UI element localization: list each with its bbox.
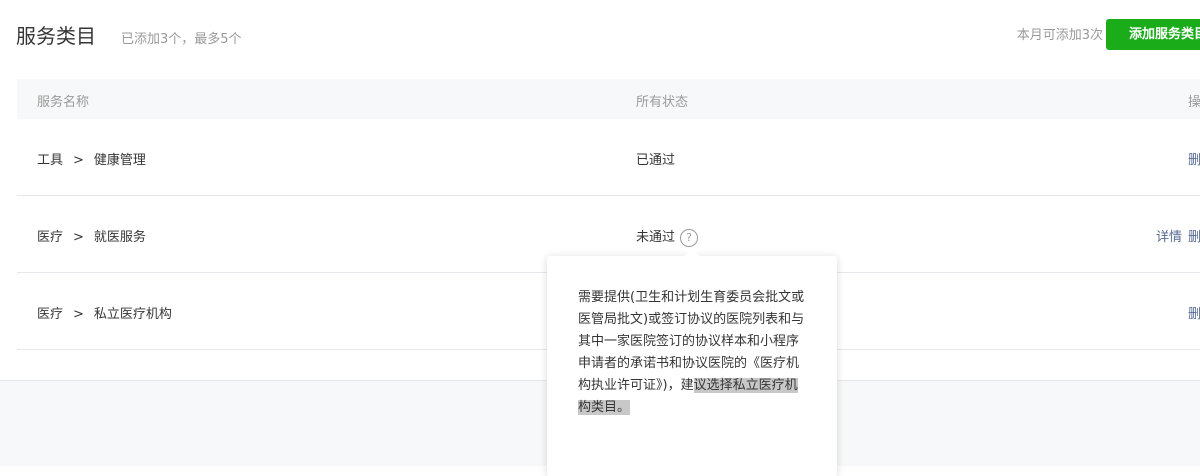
category-label: 医疗 — [37, 307, 64, 322]
delete-link[interactable]: 删除 — [1188, 230, 1200, 245]
status-text: 已通过 — [636, 153, 676, 168]
delete-link[interactable]: 删除 — [1188, 149, 1200, 168]
service-name: 工具 > 健康管理 — [37, 149, 146, 168]
page: 服务类目 已添加3个，最多5个 本月可添加3次 添加服务类目 服务名称 所有状态… — [0, 0, 1200, 476]
page-title: 服务类目 — [16, 24, 96, 48]
col-status-header: 所有状态 — [636, 95, 689, 110]
help-icon[interactable]: ? — [680, 228, 699, 247]
category-label: 工具 — [37, 153, 64, 168]
category-label: 医疗 — [37, 230, 64, 245]
add-category-button[interactable]: 添加服务类目 — [1106, 19, 1200, 50]
tooltip-text: 需要提供(卫生和计划生育委员会批文或医管局批文)或签订协议的医院列表和与其中一家… — [578, 287, 808, 419]
status-tooltip: 需要提供(卫生和计划生育委员会批文或医管局批文)或签订协议的医院列表和与其中一家… — [547, 248, 837, 476]
detail-link[interactable]: 详情 — [1156, 226, 1182, 245]
subcategory-label: 健康管理 — [93, 153, 146, 168]
subcategory-label: 私立医疗机构 — [93, 307, 172, 322]
table-row: 工具 > 健康管理 已通过 删除 — [17, 119, 1200, 196]
col-name-header: 服务名称 — [37, 95, 90, 110]
status-text: 未通过 — [636, 230, 676, 245]
subcategory-label: 就医服务 — [93, 230, 146, 245]
separator: > — [73, 307, 84, 322]
separator: > — [73, 230, 84, 245]
status-cell: 未通过? — [636, 226, 699, 247]
service-name: 医疗 > 就医服务 — [37, 226, 146, 245]
service-name: 医疗 > 私立医疗机构 — [37, 303, 172, 322]
monthly-quota-note: 本月可添加3次 — [1016, 28, 1103, 43]
delete-link[interactable]: 删除 — [1188, 303, 1200, 322]
separator: > — [73, 153, 84, 168]
action-cell: 详情 删除 — [1156, 226, 1200, 245]
col-action-header: 操作 — [1188, 95, 1200, 110]
added-count-note: 已添加3个，最多5个 — [121, 32, 242, 47]
table-header: 服务名称 所有状态 操作 — [17, 79, 1200, 119]
